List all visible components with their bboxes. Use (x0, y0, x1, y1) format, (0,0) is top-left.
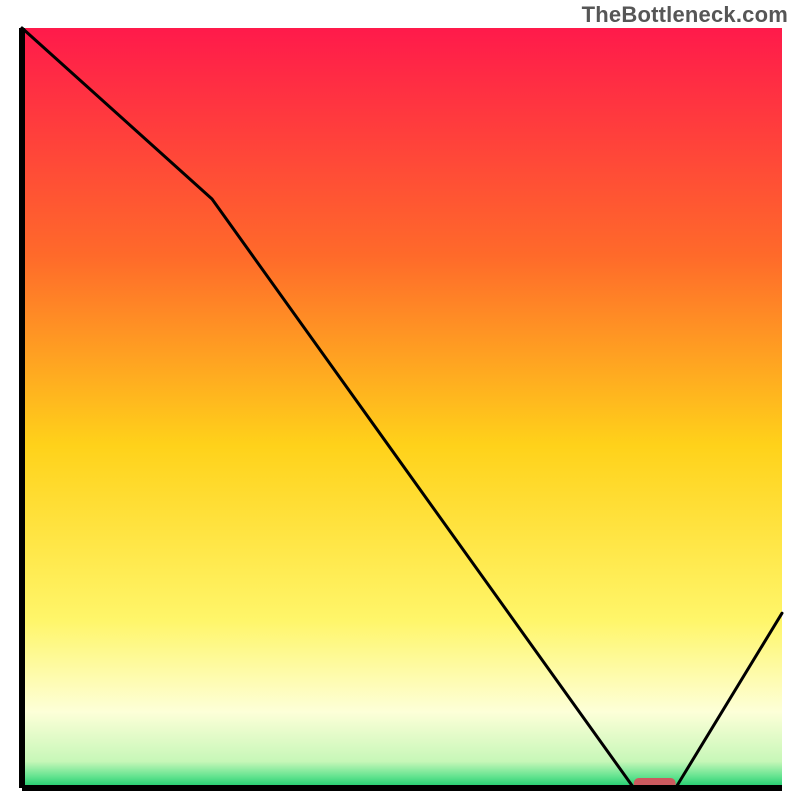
chart-background (22, 28, 782, 788)
chart-container: TheBottleneck.com (0, 0, 800, 800)
bottleneck-chart (0, 0, 800, 800)
